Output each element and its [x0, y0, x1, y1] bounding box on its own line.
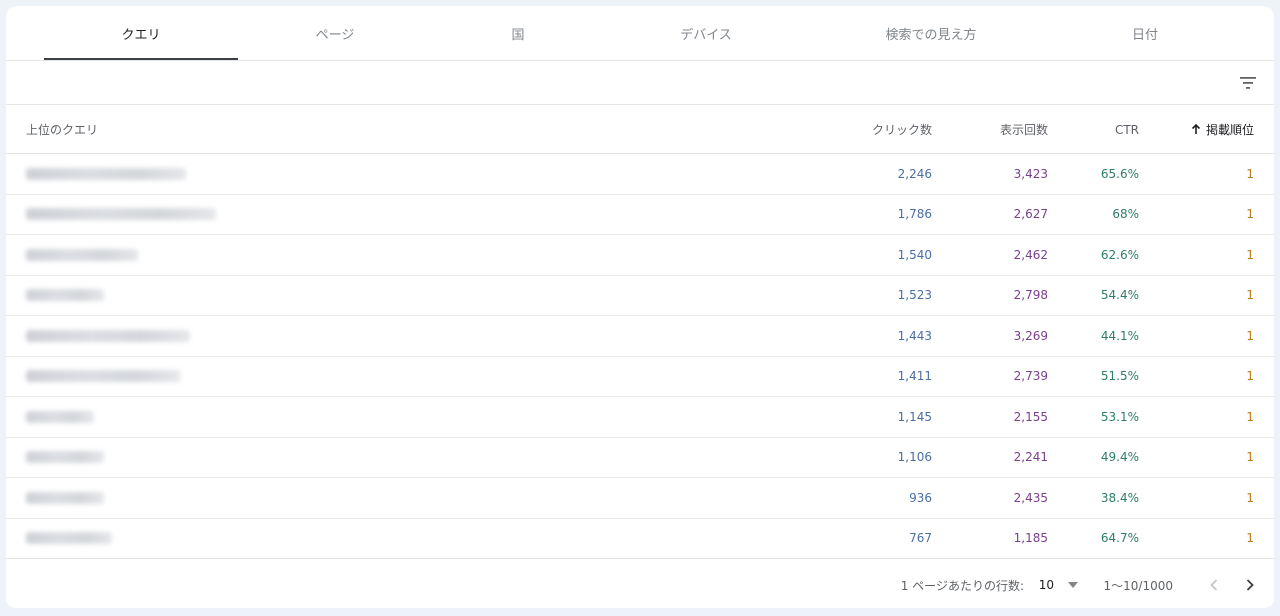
column-header-position-label: 掲載順位	[1205, 123, 1254, 137]
column-header-position[interactable]: 掲載順位	[1191, 105, 1254, 154]
ctr-cell: 64.7%	[1100, 531, 1139, 546]
clicks-cell: 1,540	[897, 247, 932, 262]
position-cell: 1	[1246, 531, 1254, 546]
ctr-cell: 49.4%	[1100, 450, 1139, 465]
table-toolbar	[6, 61, 1274, 105]
clicks-cell: 1,523	[897, 288, 932, 303]
clicks-cell: 1,786	[897, 207, 932, 222]
dropdown-arrow-icon	[1068, 582, 1078, 588]
ctr-cell: 68%	[1112, 207, 1139, 222]
filter-icon[interactable]	[1236, 71, 1260, 95]
tab-page[interactable]: ページ	[238, 6, 432, 61]
table-row[interactable]: 1,106 2,241 49.4% 1	[6, 438, 1274, 478]
table-body: 2,246 3,423 65.6% 1 1,786 2,627 68% 1 1,…	[6, 154, 1274, 559]
position-cell: 1	[1246, 247, 1254, 262]
ctr-cell: 53.1%	[1100, 409, 1139, 424]
impressions-cell: 2,798	[1013, 288, 1048, 303]
position-cell: 1	[1246, 409, 1254, 424]
tab-date[interactable]: 日付	[1048, 6, 1242, 61]
ctr-cell: 44.1%	[1100, 328, 1139, 343]
ctr-cell: 62.6%	[1100, 247, 1139, 262]
column-header-impressions[interactable]: 表示回数	[1000, 105, 1048, 154]
table-row[interactable]: 1,523 2,798 54.4% 1	[6, 276, 1274, 316]
query-cell-redacted[interactable]	[26, 438, 104, 478]
query-cell-redacted[interactable]	[26, 276, 104, 316]
position-cell: 1	[1246, 328, 1254, 343]
performance-table-card: クエリ ページ 国 デバイス 検索での見え方 日付 上位のクエリ クリック数 表…	[6, 6, 1274, 608]
impressions-cell: 1,185	[1013, 531, 1048, 546]
rows-per-page-value: 10	[1038, 578, 1054, 592]
ctr-cell: 65.6%	[1100, 166, 1139, 181]
clicks-cell: 2,246	[897, 166, 932, 181]
table-row[interactable]: 1,540 2,462 62.6% 1	[6, 235, 1274, 276]
query-cell-redacted[interactable]	[26, 357, 180, 397]
clicks-cell: 1,145	[897, 409, 932, 424]
impressions-cell: 2,155	[1013, 409, 1048, 424]
tab-query[interactable]: クエリ	[44, 6, 238, 61]
position-cell: 1	[1246, 166, 1254, 181]
chevron-right-icon	[1246, 579, 1254, 591]
impressions-cell: 2,462	[1013, 247, 1048, 262]
impressions-cell: 2,627	[1013, 207, 1048, 222]
query-cell-redacted[interactable]	[26, 519, 112, 559]
impressions-cell: 2,241	[1013, 450, 1048, 465]
clicks-cell: 936	[909, 490, 932, 505]
ctr-cell: 54.4%	[1100, 288, 1139, 303]
table-row[interactable]: 767 1,185 64.7% 1	[6, 519, 1274, 559]
column-header-query[interactable]: 上位のクエリ	[26, 105, 98, 154]
tab-search-appearance[interactable]: 検索での見え方	[834, 6, 1028, 61]
query-cell-redacted[interactable]	[26, 316, 190, 356]
dimension-tabs: クエリ ページ 国 デバイス 検索での見え方 日付	[6, 6, 1274, 61]
table-header: 上位のクエリ クリック数 表示回数 CTR 掲載順位	[6, 105, 1274, 154]
column-header-ctr[interactable]: CTR	[1115, 105, 1139, 154]
impressions-cell: 2,435	[1013, 490, 1048, 505]
position-cell: 1	[1246, 207, 1254, 222]
query-cell-redacted[interactable]	[26, 154, 186, 194]
table-row[interactable]: 936 2,435 38.4% 1	[6, 478, 1274, 519]
arrow-up-icon	[1191, 124, 1201, 134]
query-cell-redacted[interactable]	[26, 478, 104, 518]
ctr-cell: 38.4%	[1100, 490, 1139, 505]
rows-per-page-label: 1 ページあたりの行数:	[900, 578, 1024, 593]
impressions-cell: 3,269	[1013, 328, 1048, 343]
rows-per-page-select[interactable]: 10	[1039, 562, 1078, 608]
tab-device[interactable]: デバイス	[609, 6, 803, 61]
table-row[interactable]: 2,246 3,423 65.6% 1	[6, 154, 1274, 195]
table-row[interactable]: 1,411 2,739 51.5% 1	[6, 357, 1274, 397]
ctr-cell: 51.5%	[1100, 369, 1139, 384]
query-cell-redacted[interactable]	[26, 235, 138, 275]
tab-country[interactable]: 国	[421, 6, 615, 61]
position-cell: 1	[1246, 288, 1254, 303]
table-row[interactable]: 1,786 2,627 68% 1	[6, 195, 1274, 235]
chevron-left-icon	[1210, 579, 1218, 591]
table-row[interactable]: 1,443 3,269 44.1% 1	[6, 316, 1274, 357]
impressions-cell: 3,423	[1013, 166, 1048, 181]
query-cell-redacted[interactable]	[26, 195, 216, 235]
page-range: 1〜10/1000	[1103, 578, 1174, 593]
position-cell: 1	[1246, 450, 1254, 465]
query-cell-redacted[interactable]	[26, 397, 94, 437]
clicks-cell: 1,106	[897, 450, 932, 465]
previous-page-button[interactable]	[1210, 562, 1218, 608]
column-header-clicks[interactable]: クリック数	[872, 105, 932, 154]
clicks-cell: 1,443	[897, 328, 932, 343]
clicks-cell: 767	[909, 531, 932, 546]
table-row[interactable]: 1,145 2,155 53.1% 1	[6, 397, 1274, 438]
impressions-cell: 2,739	[1013, 369, 1048, 384]
pagination: 1 ページあたりの行数: 10 1〜10/1000	[6, 562, 1274, 608]
position-cell: 1	[1246, 369, 1254, 384]
next-page-button[interactable]	[1246, 562, 1254, 608]
active-tab-indicator	[44, 58, 238, 60]
position-cell: 1	[1246, 490, 1254, 505]
clicks-cell: 1,411	[897, 369, 932, 384]
